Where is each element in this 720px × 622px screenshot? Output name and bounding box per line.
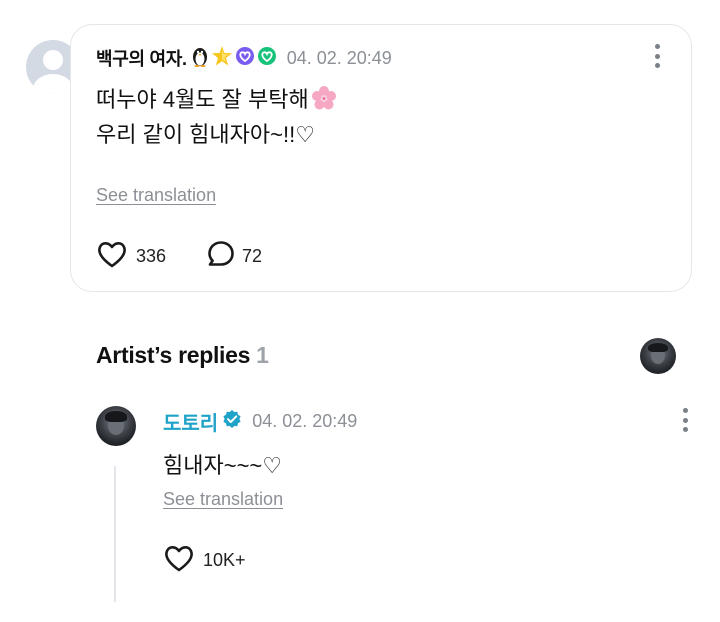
reply-like-count: 10K+ [203, 550, 246, 570]
comment-line-1: 떠누야 4월도 잘 부탁해 [96, 84, 337, 119]
name-emoji-row [191, 45, 277, 72]
default-avatar-head [43, 50, 63, 70]
reply-more-options-icon[interactable] [682, 408, 688, 432]
comment-timestamp: 04. 02. 20:49 [286, 47, 392, 68]
comment-like-count: 336 [136, 246, 167, 266]
purple-heart-badge-icon [235, 46, 255, 71]
commenter-name[interactable]: 백구의 여자. [96, 45, 187, 71]
artist-replies-count: 1 [256, 342, 269, 368]
reply-see-translation-link[interactable]: See translation [163, 489, 283, 510]
comment-like-button[interactable]: 336 [96, 239, 166, 274]
artist-avatar-small[interactable] [640, 338, 676, 374]
comment-line-2: 우리 같이 힘내자아~!!♡ [96, 122, 315, 147]
comment-header: 백구의 여자. 04. 02. 20:49 [96, 45, 392, 72]
verified-badge-icon [222, 409, 242, 434]
star-emoji-icon [211, 45, 233, 72]
penguin-emoji-icon [191, 45, 209, 72]
heart-outline-icon [96, 239, 128, 274]
reply-like-button[interactable]: 10K+ [163, 543, 246, 578]
comment-see-translation-link[interactable]: See translation [96, 185, 216, 206]
speech-bubble-icon [206, 239, 236, 274]
artist-avatar[interactable] [96, 406, 136, 446]
comment-reply-count: 72 [242, 246, 263, 266]
reply-thread-line [114, 466, 116, 602]
artist-name[interactable]: 도토리 [163, 407, 218, 436]
reply-timestamp: 04. 02. 20:49 [252, 410, 358, 431]
comment-reply-button[interactable]: 72 [206, 239, 262, 274]
reply-header: 도토리 04. 02. 20:49 [163, 407, 358, 436]
reply-body: 힘내자~~~♡ [163, 453, 282, 478]
comment-body: 떠누야 4월도 잘 부탁해 우리 같이 힘내자아~!!♡ [96, 84, 337, 150]
cherry-blossom-emoji-icon [311, 85, 337, 119]
green-heart-badge-icon [257, 46, 277, 71]
default-avatar-body [33, 74, 73, 94]
heart-outline-icon [163, 543, 195, 578]
comment-more-options-icon[interactable] [654, 44, 660, 68]
artist-replies-heading: Artist’s replies 1 [96, 342, 269, 368]
